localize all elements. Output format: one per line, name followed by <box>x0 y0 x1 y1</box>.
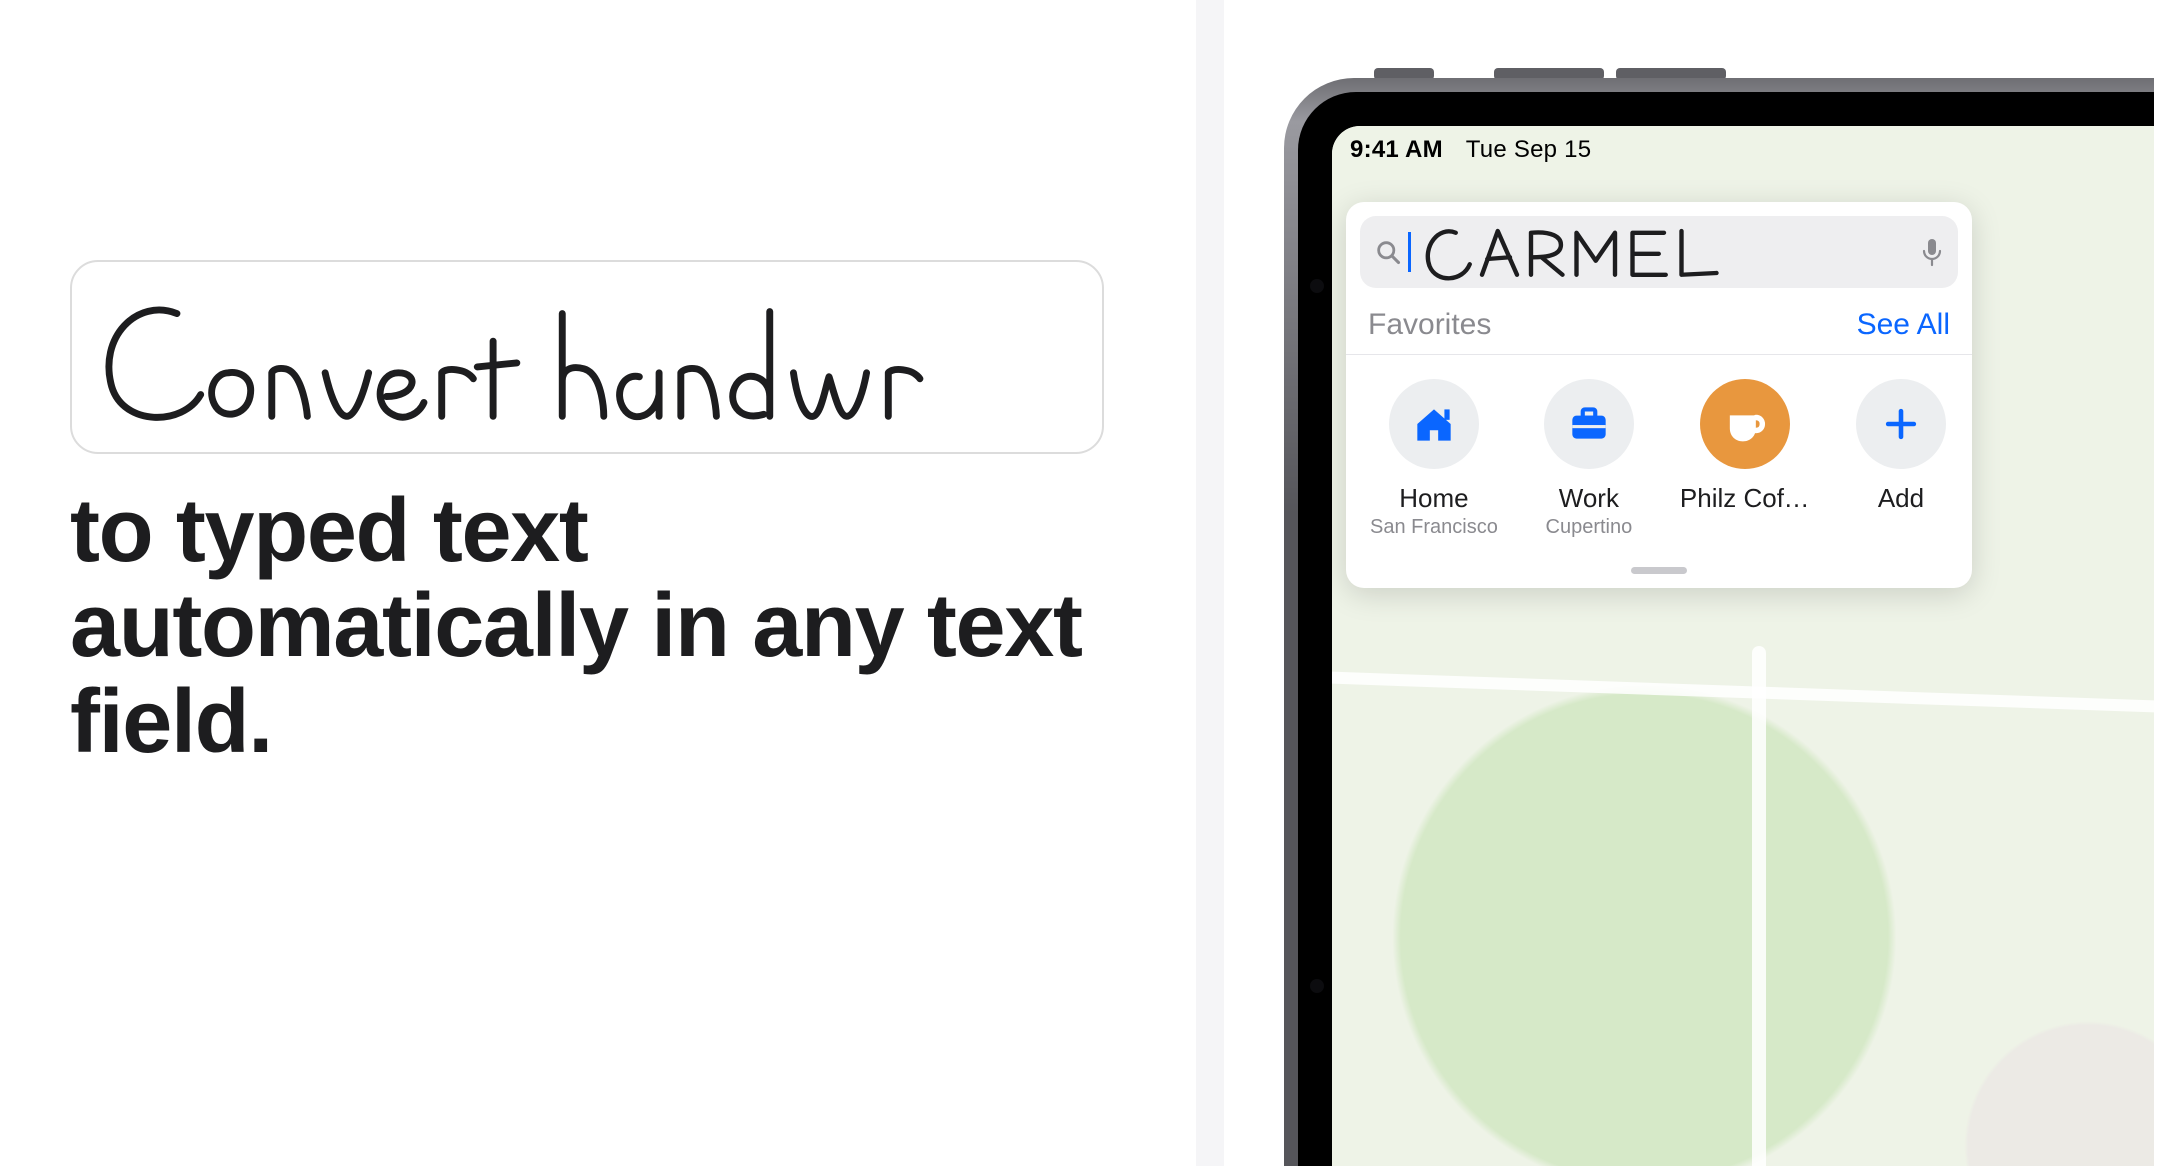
briefcase-icon <box>1564 399 1614 449</box>
handwriting-convert <box>90 277 1078 437</box>
map-road <box>1752 646 1766 1166</box>
device-screen: 9:41 AM Tue Sep 15 <box>1332 126 2154 1166</box>
search-input[interactable]: CARMEL <box>1360 216 1958 288</box>
favorite-sublabel: San Francisco <box>1370 516 1498 539</box>
panel-divider <box>1196 0 1224 1166</box>
favorite-label: Home <box>1370 483 1498 514</box>
see-all-link[interactable]: See All <box>1857 308 1950 342</box>
promo-stage: Convert handwr to typed text automatical… <box>0 0 2164 1166</box>
status-bar: 9:41 AM Tue Sep 15 <box>1350 136 1591 164</box>
left-panel: Convert handwr to typed text automatical… <box>70 260 1120 770</box>
ipad-device: 9:41 AM Tue Sep 15 <box>1284 78 2154 1166</box>
maps-search-card: CARMEL Favorites See All <box>1346 202 1972 588</box>
favorites-row: Home San Francisco <box>1360 355 1958 545</box>
favorite-sublabel: Cupertino <box>1538 516 1640 539</box>
favorite-label: Add <box>1850 483 1952 514</box>
plus-icon <box>1879 402 1923 446</box>
favorite-work[interactable]: Work Cupertino <box>1538 379 1640 539</box>
demo-text-field[interactable]: Convert handwr <box>70 260 1104 454</box>
favorite-home[interactable]: Home San Francisco <box>1370 379 1498 539</box>
microphone-icon[interactable] <box>1920 237 1944 267</box>
card-grabber[interactable] <box>1631 567 1687 574</box>
home-icon <box>1409 399 1459 449</box>
favorite-label: Work <box>1538 483 1640 514</box>
favorite-philz[interactable]: Philz Coff… <box>1680 379 1810 539</box>
status-date: Tue Sep 15 <box>1466 136 1592 163</box>
handwriting-carmel <box>1419 217 1734 287</box>
search-icon <box>1374 238 1402 266</box>
device-camera <box>1310 279 1324 293</box>
coffee-cup-icon <box>1719 398 1771 450</box>
favorites-header: Favorites See All <box>1360 288 1958 348</box>
text-cursor <box>1408 232 1411 272</box>
favorite-add[interactable]: Add <box>1850 379 1952 539</box>
favorites-title: Favorites <box>1368 308 1491 342</box>
tagline-text: to typed text automatically in any text … <box>70 484 1120 770</box>
favorite-label: Philz Coff… <box>1680 483 1810 514</box>
status-time: 9:41 AM <box>1350 136 1443 163</box>
